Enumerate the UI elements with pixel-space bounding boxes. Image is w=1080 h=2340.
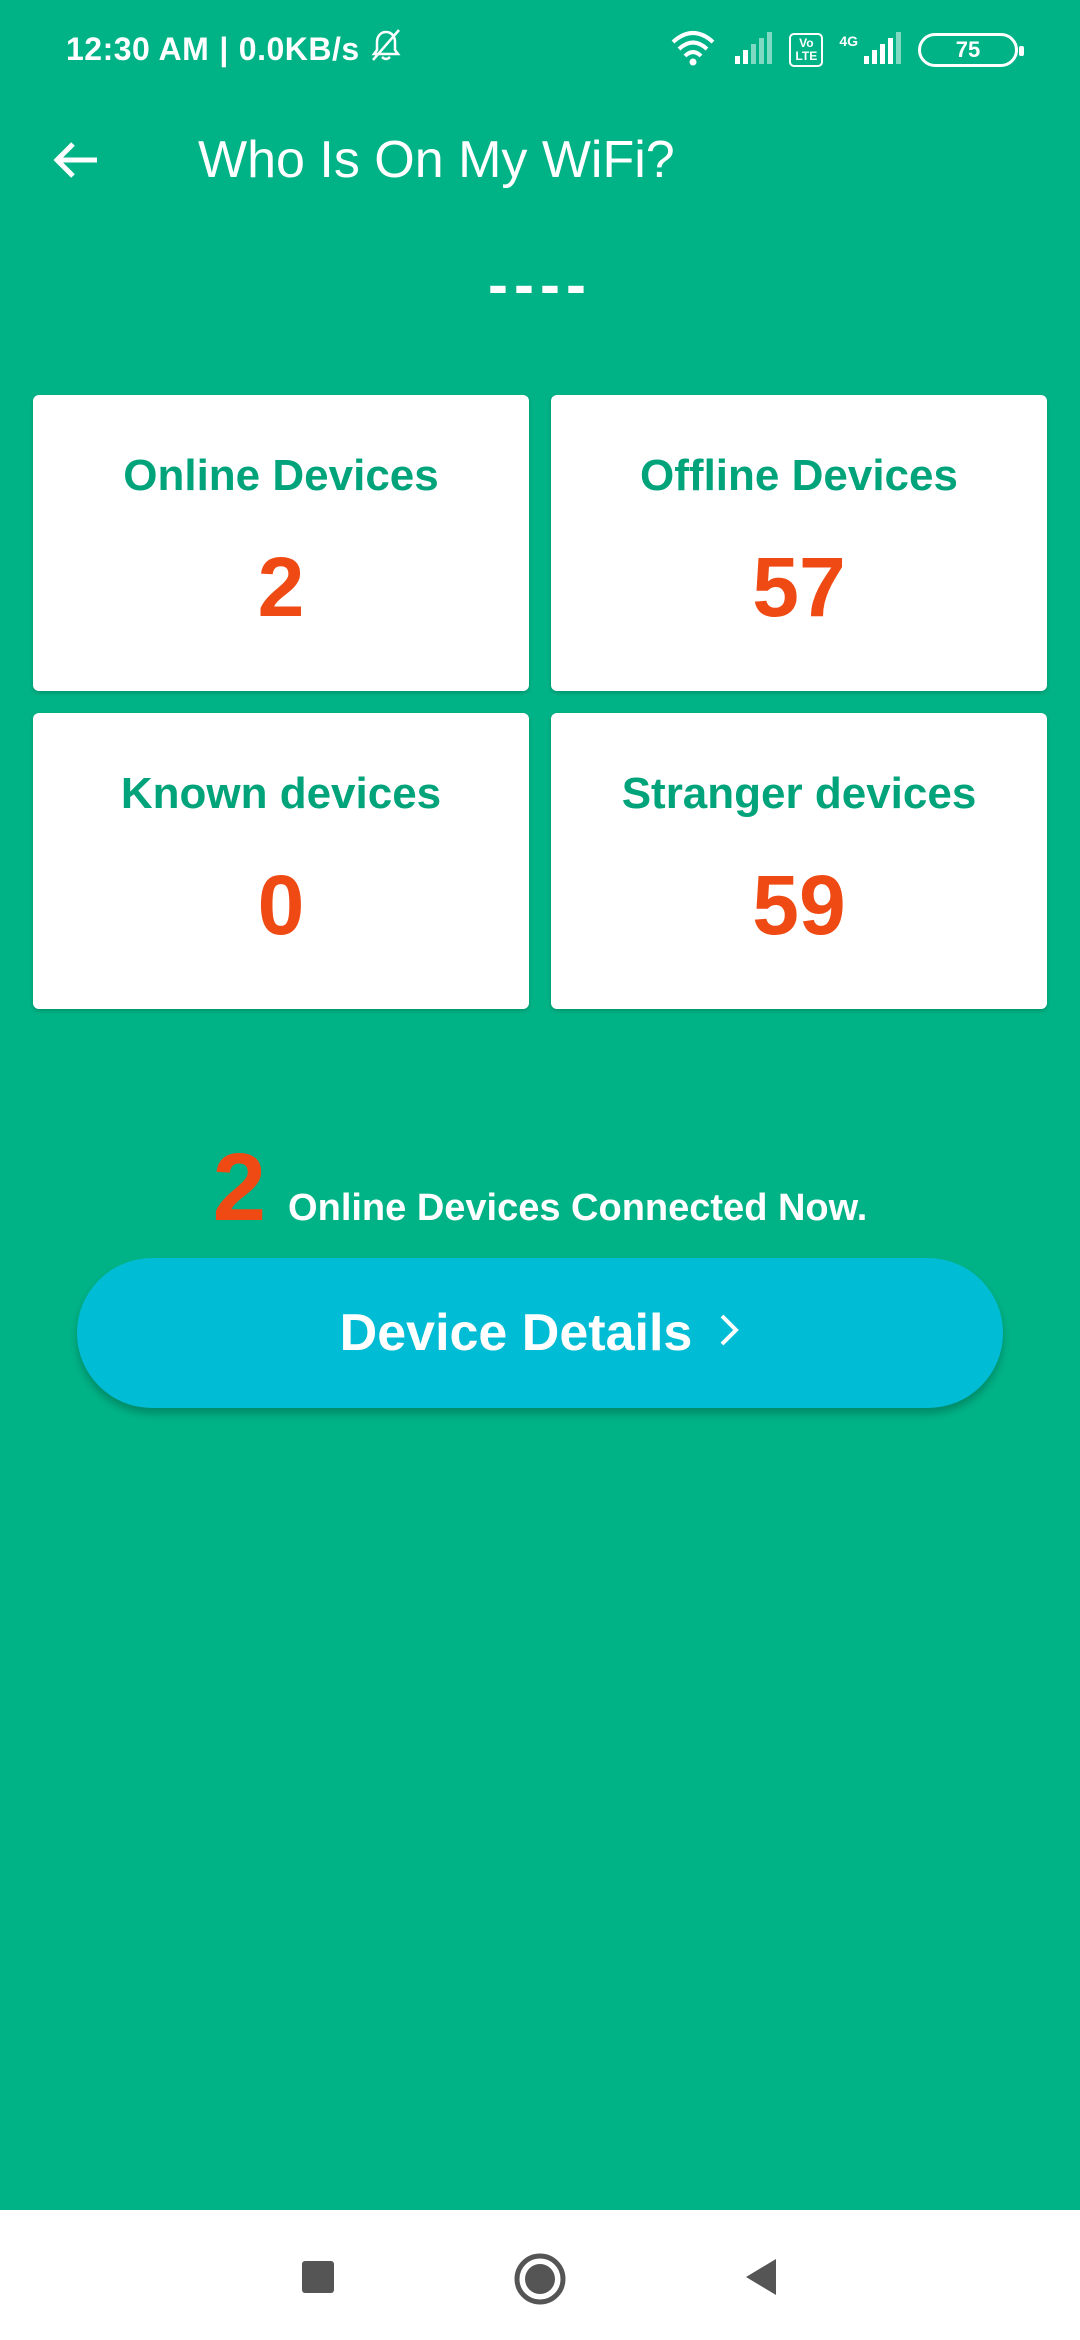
app-bar: Who Is On My WiFi? — [0, 110, 1080, 210]
known-devices-label: Known devices — [120, 769, 442, 818]
known-devices-count: 0 — [257, 858, 305, 952]
signal-icon-sim1 — [733, 31, 773, 69]
square-icon — [296, 2261, 340, 2303]
mute-bell-icon — [370, 28, 402, 70]
home-button[interactable] — [513, 2252, 567, 2306]
online-devices-card[interactable]: Online Devices 2 — [33, 395, 529, 691]
offline-devices-card[interactable]: Offline Devices 57 — [551, 395, 1047, 691]
status-bar: 12:30 AM | 0.0KB/s Vo LTE 4G 75 — [0, 0, 1080, 100]
system-back-button[interactable] — [740, 2255, 784, 2299]
network-name: ---- — [488, 251, 592, 318]
online-devices-label: Online Devices — [123, 451, 439, 500]
stranger-devices-label: Stranger devices — [621, 769, 977, 818]
device-details-label: Device Details — [339, 1304, 693, 1362]
chevron-right-icon — [718, 1303, 740, 1363]
network-type: 4G — [839, 33, 858, 49]
battery-indicator: 75 — [918, 33, 1024, 67]
status-time: 12:30 AM — [66, 30, 210, 67]
volte-badge: Vo LTE — [789, 33, 824, 67]
offline-devices-count: 57 — [752, 540, 846, 634]
online-summary: 2 Online Devices Connected Now. — [0, 1140, 1080, 1236]
arrow-left-icon — [51, 140, 101, 185]
page-title: Who Is On My WiFi? — [198, 131, 675, 189]
back-button[interactable] — [46, 132, 106, 192]
recents-button[interactable] — [296, 2255, 340, 2299]
device-details-button[interactable]: Device Details — [77, 1258, 1003, 1408]
stranger-devices-count: 59 — [752, 858, 846, 952]
online-summary-count: 2 — [212, 1134, 267, 1241]
signal-icon-sim2 — [862, 31, 902, 69]
offline-devices-label: Offline Devices — [640, 451, 958, 500]
status-right: Vo LTE 4G 75 — [669, 28, 1024, 72]
status-left: 12:30 AM | 0.0KB/s — [66, 28, 402, 70]
triangle-back-icon — [740, 2259, 784, 2303]
status-speed: 0.0KB/s — [238, 30, 360, 67]
online-summary-text: Online Devices Connected Now. — [288, 1187, 868, 1229]
known-devices-card[interactable]: Known devices 0 — [33, 713, 529, 1009]
online-devices-count: 2 — [257, 540, 305, 634]
stranger-devices-card[interactable]: Stranger devices 59 — [551, 713, 1047, 1009]
system-nav-bar — [0, 2210, 1080, 2340]
circle-icon — [513, 2253, 567, 2310]
wifi-icon — [669, 30, 717, 71]
